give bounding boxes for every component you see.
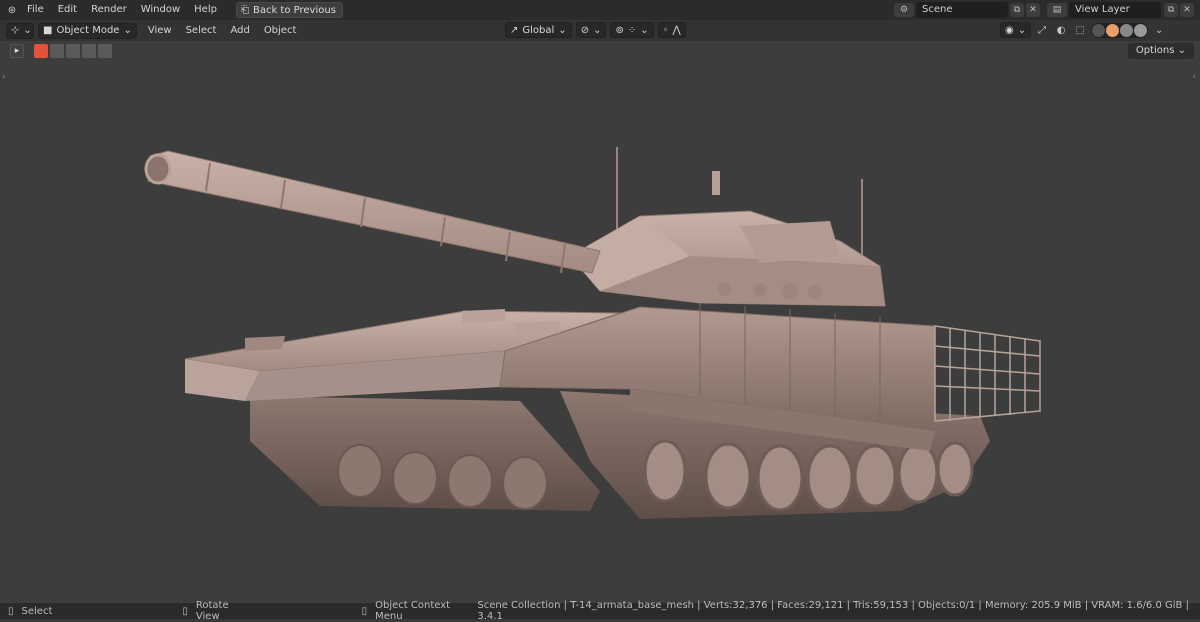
pivot-icon: ⊘: [580, 24, 590, 36]
gizmo-icon[interactable]: ⤢: [1034, 22, 1050, 38]
snap-icon: ⊚: [615, 24, 624, 36]
mode-label: Object Mode: [56, 25, 120, 36]
view-layer-selector-icon[interactable]: ▤: [1047, 3, 1067, 17]
solid-shading-icon[interactable]: [1106, 23, 1120, 37]
tank-model: [144, 147, 1041, 519]
visibility-dropdown[interactable]: ◉ ⌄: [1000, 22, 1032, 38]
blender-logo-icon[interactable]: ⊛: [4, 2, 20, 18]
toolbar-row: ▸: [10, 44, 112, 58]
menu-view[interactable]: View: [141, 25, 179, 36]
new-scene-icon[interactable]: ⧉: [1010, 3, 1024, 17]
chevron-down-icon: ⌄: [640, 24, 649, 36]
scene-field[interactable]: Scene: [916, 2, 1008, 18]
back-label: Back to Previous: [252, 4, 336, 16]
material-shading-icon[interactable]: [1120, 23, 1134, 37]
3d-viewport[interactable]: [0, 41, 1200, 603]
proportional-icon: ◦: [662, 24, 669, 36]
xray-icon[interactable]: ⬚: [1072, 22, 1088, 38]
chevron-down-icon: ⌄: [1177, 45, 1186, 56]
view-layer-label: View Layer: [1075, 4, 1130, 15]
menu-edit[interactable]: Edit: [51, 0, 84, 20]
rendered-shading-icon[interactable]: [1134, 23, 1148, 37]
chevron-down-icon: ⌄: [1017, 24, 1027, 36]
select-tool-icon[interactable]: ▸: [10, 44, 24, 58]
select-hint: Select: [21, 605, 53, 617]
select-extend-icon[interactable]: [50, 44, 64, 58]
orientation-dropdown[interactable]: ↗ Global ⌄: [505, 22, 572, 38]
view-layer-field[interactable]: View Layer: [1069, 2, 1161, 18]
shading-group: [1091, 22, 1149, 38]
select-box-icon[interactable]: [34, 44, 48, 58]
scene-label: Scene: [922, 4, 953, 15]
overlay-controls: ◉ ⌄ ⤢ ◐ ⬚ ⌄: [1000, 22, 1167, 38]
mouse-middle-icon: ▯: [182, 605, 188, 617]
snap-grid-icon: ⁘: [627, 24, 637, 36]
overlay-icon[interactable]: ◐: [1053, 22, 1069, 38]
chevron-down-icon: ⌄: [123, 25, 132, 36]
menu-help[interactable]: Help: [187, 0, 224, 20]
chevron-down-icon: ⌄: [593, 24, 602, 36]
scene-selector-icon[interactable]: ⚙: [894, 3, 914, 17]
new-view-layer-icon[interactable]: ⧉: [1164, 3, 1178, 17]
delete-scene-icon[interactable]: ✕: [1026, 3, 1040, 17]
back-icon: ⎗: [240, 4, 249, 16]
viewport-header: ⊹ ⌄ ■ Object Mode ⌄ View Select Add Objec…: [0, 20, 1200, 41]
transform-controls: ↗ Global ⌄ ⊘ ⌄ ⊚ ⁘ ⌄ ◦ ⋀: [505, 22, 686, 38]
select-intersect-icon[interactable]: [98, 44, 112, 58]
toolbar-toggle-icon[interactable]: ›: [2, 72, 6, 82]
menu-select[interactable]: Select: [179, 25, 224, 36]
options-dropdown[interactable]: Options ⌄: [1127, 43, 1194, 59]
select-invert-icon[interactable]: [82, 44, 96, 58]
delete-view-layer-icon[interactable]: ✕: [1180, 3, 1194, 17]
menu-object[interactable]: Object: [257, 25, 304, 36]
mouse-left-icon: ▯: [8, 605, 14, 617]
status-bar: ▯ Select ▯ Rotate View ▯ Object Context …: [0, 600, 1200, 622]
mode-dropdown[interactable]: ■ Object Mode ⌄: [38, 22, 137, 39]
back-to-previous-button[interactable]: ⎗ Back to Previous: [235, 2, 343, 18]
snap-dropdown[interactable]: ⊚ ⁘ ⌄: [610, 22, 654, 38]
select-subtract-icon[interactable]: [66, 44, 80, 58]
menu-window[interactable]: Window: [134, 0, 187, 20]
proportional-edit-dropdown[interactable]: ◦ ⋀: [657, 22, 686, 38]
editor-type-dropdown[interactable]: ⊹ ⌄: [6, 22, 34, 39]
options-label: Options: [1135, 45, 1175, 56]
menu-render[interactable]: Render: [84, 0, 134, 20]
orientation-label: Global: [522, 24, 555, 36]
shading-options-icon[interactable]: ⌄: [1151, 22, 1167, 38]
menu-file[interactable]: File: [20, 0, 51, 20]
mouse-right-icon: ▯: [361, 605, 368, 617]
chevron-down-icon: ⌄: [558, 24, 567, 36]
falloff-icon: ⋀: [672, 24, 681, 36]
orientation-icon: ↗: [510, 24, 519, 36]
object-mode-icon: ■: [43, 25, 53, 36]
chevron-down-icon: ⌄: [23, 25, 32, 36]
sidebar-toggle-icon[interactable]: ‹: [1192, 72, 1196, 82]
wireframe-shading-icon[interactable]: [1092, 23, 1106, 37]
menu-add[interactable]: Add: [223, 25, 256, 36]
editor-type-icon: ⊹: [11, 25, 20, 36]
pivot-dropdown[interactable]: ⊘ ⌄: [575, 22, 607, 38]
eye-icon: ◉: [1005, 24, 1014, 36]
